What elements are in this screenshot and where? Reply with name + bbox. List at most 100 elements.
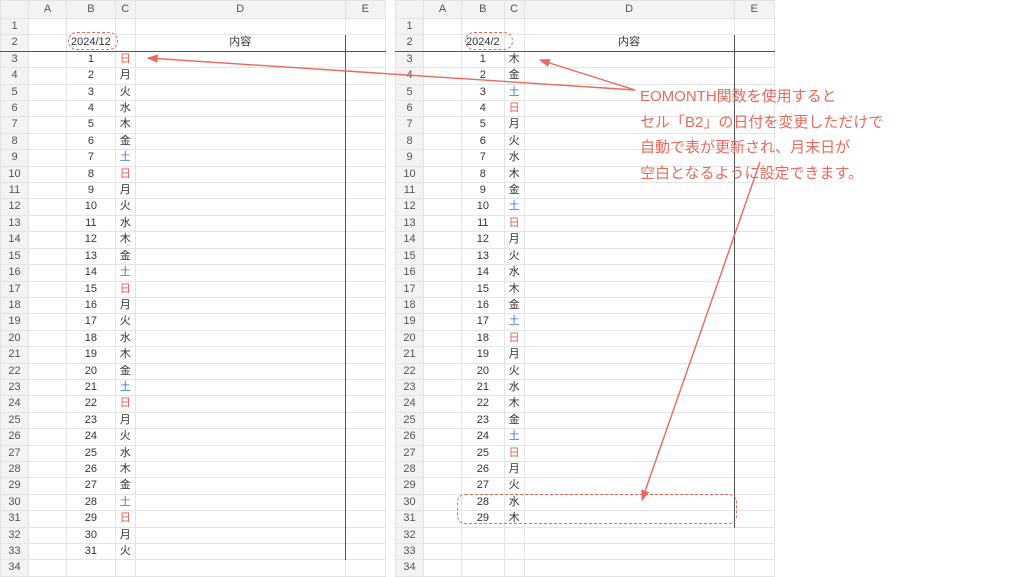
cell[interactable] <box>424 281 462 297</box>
row-header[interactable]: 8 <box>1 133 29 149</box>
cell[interactable] <box>135 51 345 67</box>
cell[interactable] <box>345 478 385 494</box>
cell[interactable] <box>734 461 774 477</box>
cell[interactable]: 2 <box>67 68 116 84</box>
grid-left[interactable]: ABCDE122024/12内容31日42月53火64水75木86金97土108… <box>0 0 386 577</box>
cell[interactable]: 土 <box>115 150 135 166</box>
col-header-C[interactable]: C <box>115 1 135 19</box>
cell[interactable]: 月 <box>115 183 135 199</box>
cell[interactable] <box>524 199 734 215</box>
row-header[interactable]: 24 <box>396 396 424 412</box>
row-header[interactable]: 1 <box>1 19 29 35</box>
cell[interactable] <box>345 412 385 428</box>
cell[interactable] <box>29 84 67 100</box>
row-header[interactable]: 17 <box>1 281 29 297</box>
row-header[interactable]: 29 <box>1 478 29 494</box>
row-header[interactable]: 30 <box>1 494 29 510</box>
cell[interactable] <box>345 215 385 231</box>
cell[interactable] <box>424 527 462 543</box>
cell[interactable] <box>734 297 774 313</box>
cell[interactable] <box>29 297 67 313</box>
cell[interactable] <box>524 478 734 494</box>
cell[interactable]: 15 <box>462 281 505 297</box>
corner-cell[interactable] <box>1 1 29 19</box>
col-header-D[interactable]: D <box>524 1 734 19</box>
row-header[interactable]: 27 <box>1 445 29 461</box>
cell[interactable]: 金 <box>115 248 135 264</box>
cell[interactable] <box>29 117 67 133</box>
cell[interactable]: 水 <box>115 101 135 117</box>
cell[interactable]: 月 <box>504 232 524 248</box>
cell[interactable] <box>29 150 67 166</box>
cell[interactable] <box>29 461 67 477</box>
cell[interactable] <box>345 281 385 297</box>
cell[interactable]: 11 <box>462 215 505 231</box>
row-header[interactable]: 28 <box>396 461 424 477</box>
cell[interactable]: 木 <box>115 461 135 477</box>
cell[interactable] <box>135 133 345 149</box>
cell[interactable]: 28 <box>67 494 116 510</box>
content-header-cell[interactable]: 内容 <box>135 35 345 51</box>
cell[interactable] <box>734 363 774 379</box>
cell[interactable] <box>135 560 345 576</box>
cell[interactable]: 木 <box>504 51 524 67</box>
cell[interactable] <box>345 166 385 182</box>
cell[interactable]: 24 <box>67 429 116 445</box>
cell[interactable] <box>424 330 462 346</box>
cell[interactable] <box>424 265 462 281</box>
cell[interactable] <box>345 445 385 461</box>
row-header[interactable]: 2 <box>1 35 29 51</box>
cell[interactable]: 月 <box>115 297 135 313</box>
cell[interactable] <box>29 560 67 576</box>
cell[interactable] <box>135 101 345 117</box>
cell[interactable] <box>29 478 67 494</box>
cell[interactable]: 4 <box>462 101 505 117</box>
cell[interactable] <box>734 19 774 35</box>
cell[interactable] <box>424 68 462 84</box>
cell[interactable] <box>734 265 774 281</box>
corner-cell[interactable] <box>396 1 424 19</box>
cell[interactable]: 25 <box>462 445 505 461</box>
cell[interactable]: 火 <box>504 133 524 149</box>
row-header[interactable]: 3 <box>1 51 29 67</box>
cell[interactable]: 木 <box>115 232 135 248</box>
cell[interactable]: 27 <box>67 478 116 494</box>
cell[interactable]: 木 <box>115 117 135 133</box>
cell[interactable] <box>29 166 67 182</box>
cell[interactable] <box>135 396 345 412</box>
cell[interactable]: 日 <box>115 166 135 182</box>
cell[interactable] <box>734 248 774 264</box>
cell[interactable] <box>504 35 524 51</box>
cell[interactable] <box>345 347 385 363</box>
cell[interactable] <box>29 379 67 395</box>
row-header[interactable]: 22 <box>1 363 29 379</box>
cell[interactable]: 金 <box>115 133 135 149</box>
cell[interactable] <box>345 199 385 215</box>
cell[interactable]: 23 <box>67 412 116 428</box>
cell[interactable]: 土 <box>115 494 135 510</box>
cell[interactable]: 火 <box>504 248 524 264</box>
cell[interactable] <box>524 445 734 461</box>
cell[interactable] <box>524 314 734 330</box>
cell[interactable]: 木 <box>504 281 524 297</box>
cell[interactable] <box>135 544 345 560</box>
col-header-A[interactable]: A <box>424 1 462 19</box>
cell[interactable]: 17 <box>462 314 505 330</box>
row-header[interactable]: 9 <box>1 150 29 166</box>
cell[interactable]: 30 <box>67 527 116 543</box>
cell[interactable] <box>345 248 385 264</box>
row-header[interactable]: 13 <box>396 215 424 231</box>
cell[interactable] <box>29 347 67 363</box>
cell[interactable] <box>135 297 345 313</box>
cell[interactable] <box>29 35 67 51</box>
cell[interactable]: 25 <box>67 445 116 461</box>
cell[interactable] <box>734 429 774 445</box>
row-header[interactable]: 5 <box>1 84 29 100</box>
cell[interactable]: 月 <box>504 117 524 133</box>
cell[interactable] <box>135 363 345 379</box>
cell[interactable] <box>67 560 116 576</box>
cell[interactable] <box>29 363 67 379</box>
cell[interactable]: 金 <box>115 363 135 379</box>
cell[interactable]: 金 <box>504 297 524 313</box>
cell[interactable]: 水 <box>504 150 524 166</box>
